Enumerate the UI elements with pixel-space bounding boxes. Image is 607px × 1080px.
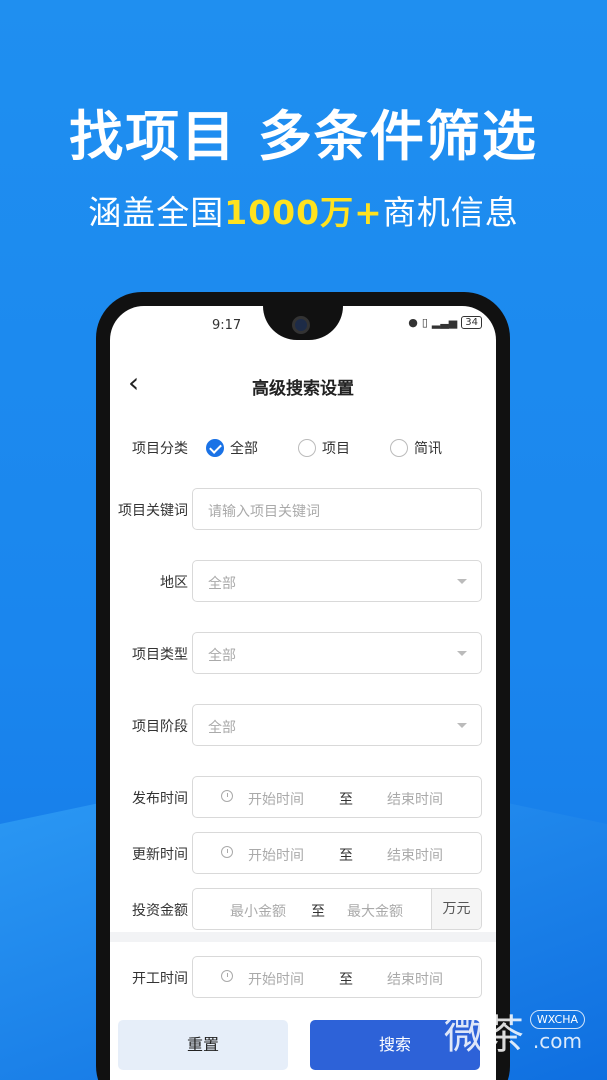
amount-label: 投资金额 bbox=[132, 903, 188, 919]
promo-headline: 找项目 多条件筛选 bbox=[69, 105, 538, 168]
stage-select[interactable]: 全部 bbox=[192, 704, 482, 746]
category-radio-group: 全部 项目 简讯 bbox=[206, 438, 482, 458]
stage-row: 项目阶段 全部 bbox=[110, 704, 496, 746]
type-label: 项目类型 bbox=[132, 647, 188, 663]
construction-time-label: 开工时间 bbox=[132, 971, 188, 987]
amount-row: 投资金额 最小金额 至 最大金额 万元 bbox=[110, 888, 496, 930]
promo-highlight: 1000万+ bbox=[224, 193, 383, 232]
keyword-input[interactable]: 请输入项目关键词 bbox=[192, 488, 482, 530]
radio-all[interactable]: 全部 bbox=[206, 438, 298, 458]
region-select[interactable]: 全部 bbox=[192, 560, 482, 602]
update-time-label: 更新时间 bbox=[132, 847, 188, 863]
update-time-row: 更新时间 开始时间 至 结束时间 bbox=[110, 832, 496, 874]
clock-icon bbox=[221, 846, 233, 858]
amount-unit: 万元 bbox=[431, 889, 481, 929]
amount-max-input[interactable]: 最大金额 bbox=[347, 901, 403, 921]
stage-label: 项目阶段 bbox=[132, 719, 188, 735]
watermark: 微茶 WXCHA .com bbox=[444, 1002, 585, 1060]
construction-time-row: 开工时间 开始时间 至 结束时间 bbox=[110, 956, 496, 998]
construction-time-range[interactable]: 开始时间 至 结束时间 bbox=[192, 956, 482, 998]
signal-icon: ▂▃▅ bbox=[431, 316, 458, 329]
publish-time-label: 发布时间 bbox=[132, 791, 188, 807]
radio-unchecked-icon bbox=[390, 439, 408, 457]
publish-time-range[interactable]: 开始时间 至 结束时间 bbox=[192, 776, 482, 818]
amount-range: 最小金额 至 最大金额 万元 bbox=[192, 888, 482, 930]
phone-screen: 9:17 ● ▯ ▂▃▅ 34 ‹ 高级搜索设置 项目分类 全部 项目 简讯 项… bbox=[110, 306, 496, 1080]
type-row: 项目类型 全部 bbox=[110, 632, 496, 674]
radio-checked-icon bbox=[206, 439, 224, 457]
radio-project[interactable]: 项目 bbox=[298, 438, 390, 458]
radio-unchecked-icon bbox=[298, 439, 316, 457]
clock-icon bbox=[221, 790, 233, 802]
promo-subline: 涵盖全国1000万+商机信息 bbox=[88, 193, 519, 232]
reset-button[interactable]: 重置 bbox=[118, 1020, 288, 1070]
battery-icon: 34 bbox=[461, 316, 482, 329]
radio-brief[interactable]: 简讯 bbox=[390, 438, 482, 458]
watermark-badge: WXCHA bbox=[529, 1009, 585, 1029]
keyword-row: 项目关键词 请输入项目关键词 bbox=[110, 488, 496, 530]
type-select[interactable]: 全部 bbox=[192, 632, 482, 674]
chevron-down-icon bbox=[457, 723, 467, 728]
phone-frame: 9:17 ● ▯ ▂▃▅ 34 ‹ 高级搜索设置 项目分类 全部 项目 简讯 项… bbox=[96, 292, 510, 1080]
chevron-down-icon bbox=[457, 579, 467, 584]
keyword-label: 项目关键词 bbox=[118, 503, 188, 519]
bottom-action-bar: 重置 搜索 bbox=[110, 1012, 496, 1080]
camera-icon bbox=[292, 316, 310, 334]
chevron-down-icon bbox=[457, 651, 467, 656]
amount-min-input[interactable]: 最小金额 bbox=[230, 901, 286, 921]
location-icon: ● bbox=[408, 316, 418, 329]
region-label: 地区 bbox=[160, 575, 188, 591]
update-time-range[interactable]: 开始时间 至 结束时间 bbox=[192, 832, 482, 874]
keyword-placeholder: 请输入项目关键词 bbox=[208, 504, 320, 520]
clock-icon bbox=[221, 970, 233, 982]
region-row: 地区 全部 bbox=[110, 560, 496, 602]
section-divider bbox=[110, 932, 496, 942]
publish-time-row: 发布时间 开始时间 至 结束时间 bbox=[110, 776, 496, 818]
page-title: 高级搜索设置 bbox=[252, 379, 354, 399]
nav-bar: ‹ 高级搜索设置 bbox=[110, 358, 496, 408]
vibrate-icon: ▯ bbox=[421, 316, 428, 329]
status-time: 9:17 bbox=[212, 318, 242, 333]
status-icons: ● ▯ ▂▃▅ 34 bbox=[408, 316, 482, 329]
category-row: 项目分类 全部 项目 简讯 bbox=[110, 426, 496, 468]
category-label: 项目分类 bbox=[132, 441, 188, 457]
